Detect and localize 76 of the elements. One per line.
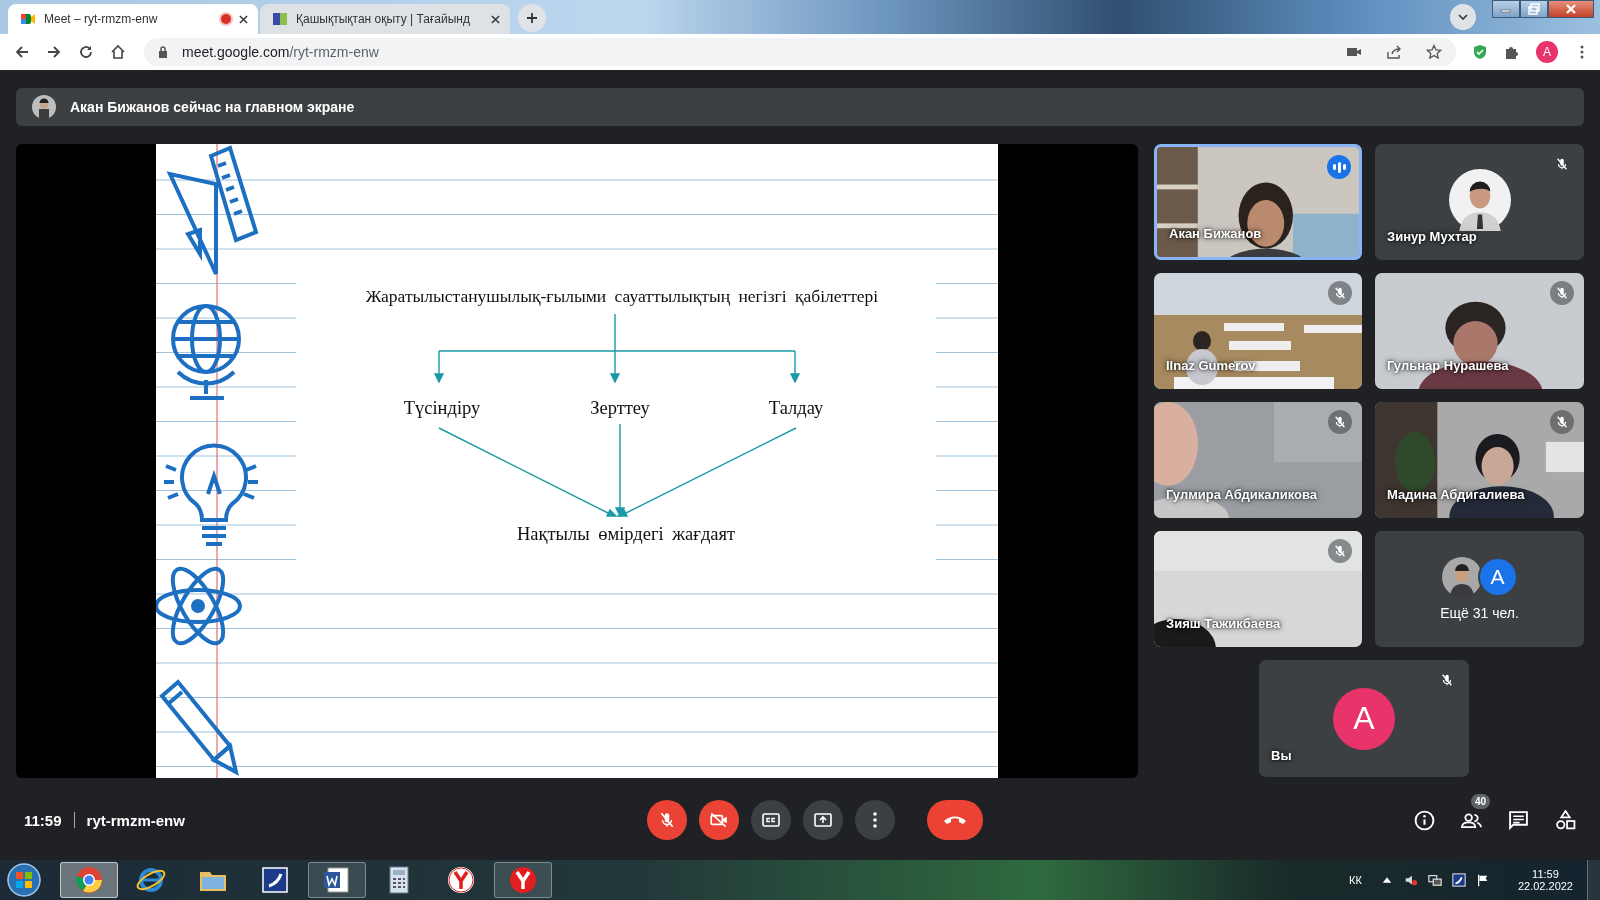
keyboard-layout[interactable]: КК	[1349, 874, 1362, 886]
avatar: A	[1477, 557, 1518, 597]
close-window-button[interactable]	[1548, 0, 1594, 18]
captions-icon	[762, 813, 780, 827]
site-icon	[272, 11, 288, 27]
browser-icon	[74, 865, 104, 895]
end-call-button[interactable]	[927, 800, 983, 840]
browser-tab[interactable]: Meet – ryt-rmzm-enw	[8, 4, 258, 34]
more-label: Ещё 31 чел.	[1440, 605, 1519, 621]
meeting-code: ryt-rmzm-enw	[86, 811, 185, 829]
mic-off-icon	[658, 811, 676, 829]
back-icon[interactable]	[14, 44, 30, 60]
camera-button[interactable]	[699, 800, 739, 840]
info-icon[interactable]	[1414, 809, 1435, 831]
captions-button[interactable]	[751, 800, 791, 840]
diagram-result: Нақтылы өмірдегі жағдаят	[516, 524, 736, 544]
avatar: A	[1333, 687, 1395, 750]
shield-icon[interactable]	[1472, 44, 1488, 60]
restore-button[interactable]	[1520, 0, 1548, 18]
home-icon[interactable]	[110, 44, 126, 60]
close-icon[interactable]	[239, 14, 248, 24]
camera-icon	[20, 11, 36, 27]
pencil-icon	[159, 679, 239, 776]
participant-count-badge: 40	[1470, 793, 1490, 809]
taskbar-app[interactable]	[308, 862, 366, 898]
atom-icon	[156, 566, 242, 646]
chevron-icon	[1458, 14, 1468, 20]
participant-name: Зинур Мухтар	[1387, 229, 1477, 244]
more-icon	[873, 812, 877, 828]
microphone-button[interactable]	[647, 800, 687, 840]
address-field[interactable]: meet.google.com/ryt-rmzm-enw	[144, 38, 1456, 66]
speaker-icon[interactable]	[1403, 873, 1418, 887]
taskbar-app[interactable]	[494, 862, 552, 898]
flag-icon[interactable]	[1475, 873, 1490, 887]
browser-tab[interactable]: Қашықтықтан оқыту | Тағайынд	[260, 4, 510, 34]
lock-icon	[158, 46, 168, 58]
present-icon	[814, 813, 832, 827]
puzzle-icon[interactable]	[1504, 44, 1520, 60]
document-icon	[322, 865, 352, 895]
globe-icon	[171, 304, 241, 400]
share-icon[interactable]	[1386, 44, 1402, 60]
show-desktop-button[interactable]	[1587, 860, 1600, 900]
present-button[interactable]	[803, 800, 843, 840]
camera-off-icon	[709, 811, 729, 829]
star-icon[interactable]	[1426, 44, 1442, 60]
browser-icon	[446, 865, 476, 895]
globe-icon	[136, 865, 166, 895]
network-icon[interactable]	[1427, 873, 1442, 887]
participant-name: Зияш Тажикбаева	[1166, 616, 1281, 631]
restore-icon	[1528, 3, 1540, 15]
meeting-time: 11:59	[24, 811, 62, 829]
browser-icon	[508, 865, 538, 895]
close-icon[interactable]	[491, 14, 500, 24]
diagram-label: Түсіндіру	[403, 398, 481, 418]
more-options-button[interactable]	[855, 800, 895, 840]
diagram-title: Жаратылыстанушылық-ғылыми сауаттылықтың негізгі қабілеттері	[365, 286, 879, 306]
participant-name: Вы	[1271, 748, 1292, 763]
diagram-label: Талдау	[768, 398, 824, 418]
reload-icon[interactable]	[78, 44, 94, 60]
participant-name: Гулмира Абдикаликова	[1166, 487, 1318, 502]
start-button[interactable]	[6, 862, 42, 898]
participant-name: Гульнар Нурашева	[1387, 358, 1509, 373]
profile-avatar[interactable]: A	[1536, 41, 1558, 63]
plus-icon	[526, 12, 538, 24]
banner-text: Акан Бижанов сейчас на главном экране	[70, 99, 355, 115]
new-tab-button[interactable]	[518, 4, 546, 32]
diagram-label: Зерттеу	[590, 398, 650, 418]
close-icon	[1565, 3, 1577, 15]
tab-search-button[interactable]	[1450, 4, 1476, 30]
taskbar-clock[interactable]: 11:59 22.02.2022	[1517, 868, 1573, 892]
more-participants-tile[interactable]: A Ещё 31 чел.	[1375, 531, 1584, 647]
forward-icon[interactable]	[46, 44, 62, 60]
minimize-button[interactable]	[1492, 0, 1520, 18]
chat-icon[interactable]	[1508, 809, 1529, 831]
activities-icon[interactable]	[1555, 809, 1576, 831]
lightbulb-icon	[162, 443, 260, 546]
